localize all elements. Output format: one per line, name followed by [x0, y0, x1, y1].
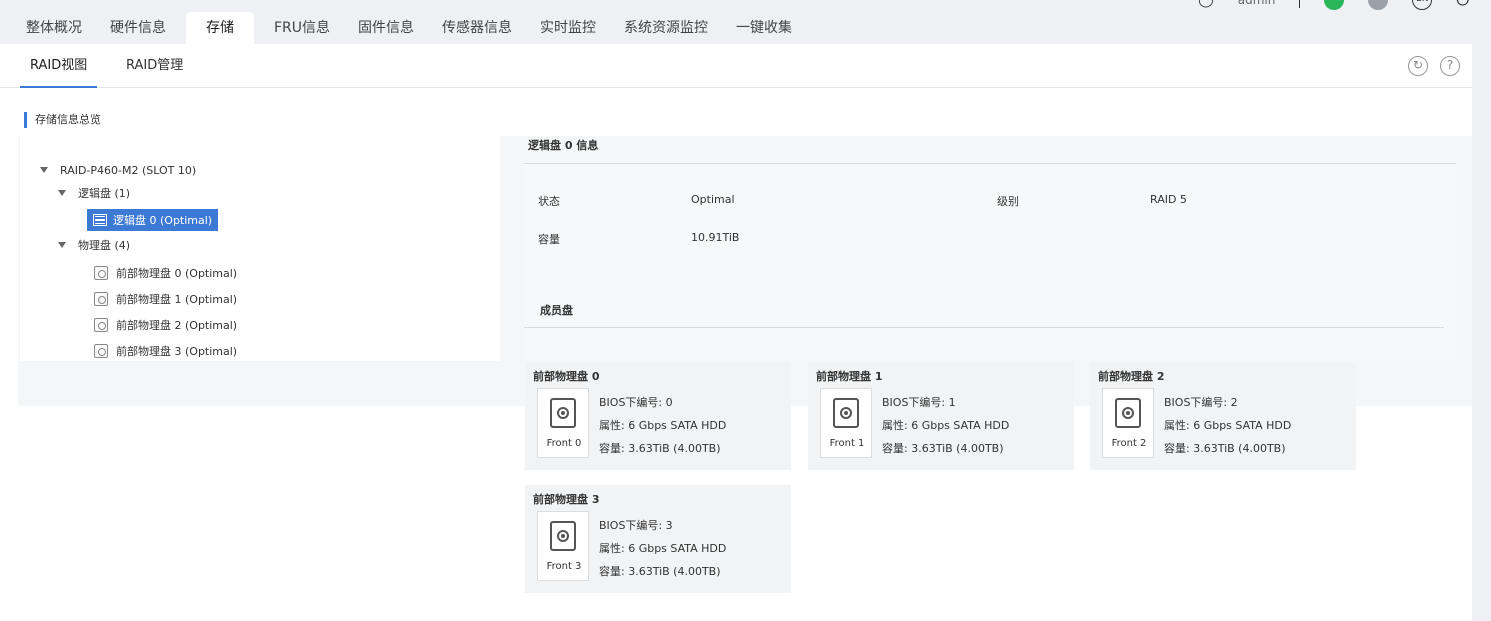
disk-image: Front 3 — [537, 511, 589, 581]
status-label: 状态 — [538, 195, 560, 208]
member-disk-card-3[interactable]: 前部物理盘 3 Front 3 BIOS下编号: 3 属性: 6 Gbps SA… — [525, 485, 791, 593]
tab-firmware[interactable]: 固件信息 — [344, 12, 428, 44]
tree-logical-disk-0[interactable]: 逻辑盘 0 (Optimal) — [87, 209, 219, 231]
tab-raid-manage[interactable]: RAID管理 — [126, 44, 183, 88]
disk-image: Front 0 — [537, 388, 589, 458]
bios-number: BIOS下编号: 3 — [599, 519, 673, 532]
bios-number: BIOS下编号: 2 — [1164, 396, 1238, 409]
user-icon[interactable]: ◯ — [1198, 0, 1214, 8]
green-status-icon[interactable] — [1324, 0, 1345, 10]
member-disks-title: 成员盘 — [540, 304, 573, 317]
tree-physical-disk-3[interactable]: 前部物理盘 3 (Optimal) — [94, 340, 237, 362]
capacity-label: 容量 — [538, 233, 560, 246]
disk-card-title: 前部物理盘 1 — [816, 370, 883, 383]
disk-attribute: 属性: 6 Gbps SATA HDD — [882, 419, 1010, 432]
capacity-value: 10.91TiB — [691, 231, 740, 244]
tab-resources[interactable]: 系统资源监控 — [610, 12, 722, 44]
slot-label: Front 3 — [546, 561, 582, 572]
user-area: ◯ admin EN ⏻ — [1198, 0, 1469, 10]
physical-disk-icon — [94, 344, 108, 358]
panel-controls: ↻ ? — [1408, 56, 1460, 76]
disk-attribute: 属性: 6 Gbps SATA HDD — [599, 542, 727, 555]
hdd-icon — [1115, 398, 1141, 428]
level-value: RAID 5 — [1150, 193, 1187, 206]
tree-physical-disk-2[interactable]: 前部物理盘 2 (Optimal) — [94, 314, 237, 336]
section-title: 存储信息总览 — [24, 112, 101, 128]
slot-label: Front 1 — [829, 438, 865, 449]
grey-status-icon[interactable] — [1368, 0, 1389, 10]
help-icon[interactable]: ? — [1440, 56, 1460, 76]
slot-label: Front 0 — [546, 438, 582, 449]
physical-disk-label: 前部物理盘 3 (Optimal) — [116, 345, 238, 358]
disk-capacity: 容量: 3.63TiB (4.00TB) — [1164, 442, 1286, 455]
expand-icon[interactable] — [58, 190, 66, 196]
divider — [1299, 0, 1301, 8]
controller-label: RAID-P460-M2 (SLOT 10) — [60, 163, 197, 177]
expand-icon[interactable] — [40, 167, 48, 173]
refresh-icon[interactable]: ↻ — [1408, 56, 1428, 76]
tab-raid-view[interactable]: RAID视图 — [20, 44, 98, 88]
tab-collect[interactable]: 一键收集 — [722, 12, 806, 44]
tab-hardware[interactable]: 硬件信息 — [96, 12, 180, 44]
level-label: 级别 — [997, 195, 1019, 208]
sub-tabs: RAID视图 RAID管理 ↻ ? — [0, 44, 1472, 88]
tree-logical-group[interactable]: 逻辑盘 (1) — [58, 182, 130, 204]
disk-card-title: 前部物理盘 2 — [1098, 370, 1165, 383]
logical-disk-info — [524, 164, 1456, 360]
disk-capacity: 容量: 3.63TiB (4.00TB) — [882, 442, 1004, 455]
logical-group-label: 逻辑盘 (1) — [78, 187, 131, 200]
divider — [524, 327, 1444, 328]
physical-disk-icon — [94, 318, 108, 332]
main-panel: RAID视图 RAID管理 ↻ ? 存储信息总览 RAID-P460-M2 (S… — [0, 44, 1472, 621]
hdd-icon — [833, 398, 859, 428]
bios-number: BIOS下编号: 0 — [599, 396, 673, 409]
logical-disk-info-title: 逻辑盘 0 信息 — [524, 132, 1456, 164]
tree-physical-disk-1[interactable]: 前部物理盘 1 (Optimal) — [94, 288, 237, 310]
physical-disk-icon — [94, 266, 108, 280]
expand-icon[interactable] — [58, 242, 66, 248]
physical-disk-label: 前部物理盘 2 (Optimal) — [116, 319, 238, 332]
tab-sensors[interactable]: 传感器信息 — [428, 12, 526, 44]
hdd-icon — [550, 398, 576, 428]
tree-physical-group[interactable]: 物理盘 (4) — [58, 234, 130, 256]
physical-disk-label: 前部物理盘 0 (Optimal) — [116, 267, 238, 280]
top-header: 整体概况 硬件信息 存储 FRU信息 固件信息 传感器信息 实时监控 系统资源监… — [0, 0, 1491, 44]
physical-disk-icon — [94, 292, 108, 306]
member-disk-card-0[interactable]: 前部物理盘 0 Front 0 BIOS下编号: 0 属性: 6 Gbps SA… — [525, 362, 791, 470]
disk-capacity: 容量: 3.63TiB (4.00TB) — [599, 565, 721, 578]
status-value: Optimal — [691, 193, 735, 206]
physical-disk-label: 前部物理盘 1 (Optimal) — [116, 293, 238, 306]
member-disk-card-2[interactable]: 前部物理盘 2 Front 2 BIOS下编号: 2 属性: 6 Gbps SA… — [1090, 362, 1356, 470]
member-disk-card-1[interactable]: 前部物理盘 1 Front 1 BIOS下编号: 1 属性: 6 Gbps SA… — [808, 362, 1074, 470]
disk-image: Front 1 — [820, 388, 872, 458]
tree-controller[interactable]: RAID-P460-M2 (SLOT 10) — [40, 159, 196, 181]
physical-group-label: 物理盘 (4) — [78, 239, 131, 252]
hdd-icon — [550, 521, 576, 551]
disk-attribute: 属性: 6 Gbps SATA HDD — [1164, 419, 1292, 432]
slot-label: Front 2 — [1111, 438, 1147, 449]
disk-attribute: 属性: 6 Gbps SATA HDD — [599, 419, 727, 432]
tree-physical-disk-0[interactable]: 前部物理盘 0 (Optimal) — [94, 262, 237, 284]
power-icon[interactable]: ⏻ — [1456, 0, 1469, 10]
logical-disk-label: 逻辑盘 0 (Optimal) — [113, 214, 213, 227]
disk-card-title: 前部物理盘 3 — [533, 493, 600, 506]
tab-realtime[interactable]: 实时监控 — [526, 12, 610, 44]
bios-number: BIOS下编号: 1 — [882, 396, 956, 409]
disk-card-title: 前部物理盘 0 — [533, 370, 600, 383]
logical-disk-icon — [93, 214, 107, 226]
username[interactable]: admin — [1238, 0, 1276, 7]
disk-image: Front 2 — [1102, 388, 1154, 458]
main-tabs: 整体概况 硬件信息 存储 FRU信息 固件信息 传感器信息 实时监控 系统资源监… — [12, 12, 806, 44]
lang-icon[interactable]: EN — [1412, 0, 1433, 10]
tab-storage[interactable]: 存储 — [186, 12, 254, 44]
tab-fru[interactable]: FRU信息 — [260, 12, 344, 44]
tab-overview[interactable]: 整体概况 — [12, 12, 96, 44]
disk-capacity: 容量: 3.63TiB (4.00TB) — [599, 442, 721, 455]
